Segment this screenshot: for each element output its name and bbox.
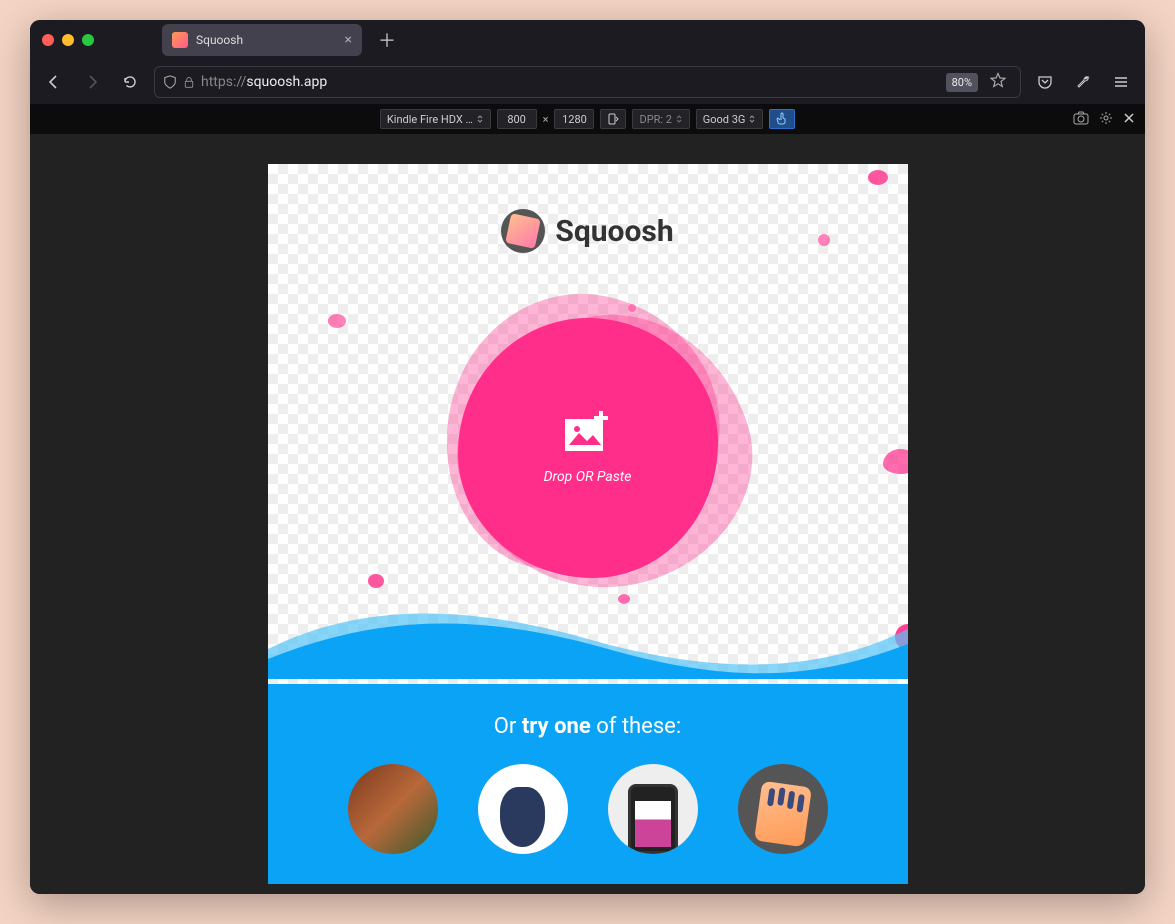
rdm-settings-button[interactable] — [1097, 109, 1115, 130]
close-window-button[interactable] — [42, 34, 54, 46]
chevron-updown-icon — [675, 115, 683, 123]
zoom-badge[interactable]: 80% — [946, 73, 978, 92]
arrow-left-icon — [46, 74, 62, 90]
address-bar[interactable]: https://squoosh.app 80% — [154, 66, 1021, 98]
devtools-button[interactable] — [1069, 68, 1097, 96]
browser-toolbar: https://squoosh.app 80% — [30, 60, 1145, 104]
maximize-window-button[interactable] — [82, 34, 94, 46]
rdm-close-button[interactable] — [1121, 110, 1137, 129]
lock-icon — [183, 75, 195, 89]
tab-favicon — [172, 32, 188, 48]
add-image-icon — [563, 411, 613, 455]
url-text: https://squoosh.app — [201, 74, 940, 90]
titlebar: Squoosh × ＋ — [30, 20, 1145, 60]
sample-device-screen[interactable] — [608, 764, 698, 854]
touch-simulation-button[interactable] — [769, 109, 795, 129]
chevron-updown-icon — [748, 115, 756, 123]
rotate-viewport-button[interactable] — [600, 109, 626, 129]
drop-content: Drop OR Paste — [544, 411, 632, 485]
camera-icon — [1073, 111, 1089, 125]
gear-icon — [1099, 111, 1113, 125]
sample-large-photo[interactable] — [348, 764, 438, 854]
app-menu-button[interactable] — [1107, 68, 1135, 96]
sample-svg-icon[interactable] — [738, 764, 828, 854]
tab-close-icon[interactable]: × — [345, 32, 352, 48]
wrench-icon — [1075, 74, 1091, 90]
logo-graphic — [506, 213, 542, 249]
responsive-design-toolbar: Kindle Fire HDX … 800 × 1280 DPR: 2 Good… — [30, 104, 1145, 134]
viewport-height-input[interactable]: 1280 — [554, 109, 594, 129]
drop-zone[interactable]: Drop OR Paste — [408, 283, 768, 613]
wave-shape — [268, 599, 908, 679]
sample-body: Or try one of these: — [268, 684, 908, 884]
browser-window: Squoosh × ＋ https://squoosh.app 80% — [30, 20, 1145, 894]
bookmark-star-icon[interactable] — [990, 72, 1006, 92]
sample-section: Or try one of these: — [268, 654, 908, 884]
app-name: Squoosh — [555, 214, 673, 249]
sample-artwork[interactable] — [478, 764, 568, 854]
arrow-right-icon — [84, 74, 100, 90]
browser-tab[interactable]: Squoosh × — [162, 24, 362, 56]
dpr-select[interactable]: DPR: 2 — [632, 109, 689, 129]
window-controls — [42, 34, 94, 46]
back-button[interactable] — [40, 68, 68, 96]
sample-list — [268, 764, 908, 854]
app-logo — [501, 209, 545, 253]
chevron-updown-icon — [476, 115, 484, 123]
try-heading: Or try one of these: — [268, 684, 908, 739]
close-icon — [1123, 112, 1135, 124]
pocket-icon — [1037, 74, 1053, 90]
hamburger-icon — [1113, 74, 1129, 90]
new-tab-button[interactable]: ＋ — [370, 23, 404, 57]
tab-title: Squoosh — [196, 33, 337, 47]
device-select[interactable]: Kindle Fire HDX … — [380, 109, 491, 129]
rotate-icon — [607, 113, 619, 125]
app-header: Squoosh — [501, 209, 673, 253]
drop-label: Drop OR Paste — [544, 469, 632, 485]
forward-button[interactable] — [78, 68, 106, 96]
pocket-button[interactable] — [1031, 68, 1059, 96]
touch-icon — [776, 112, 788, 126]
screenshot-button[interactable] — [1071, 109, 1091, 130]
reload-icon — [122, 74, 138, 90]
dimension-separator: × — [543, 113, 549, 126]
reload-button[interactable] — [116, 68, 144, 96]
minimize-window-button[interactable] — [62, 34, 74, 46]
simulated-viewport: Squoosh Drop OR Paste — [268, 164, 908, 884]
rdm-content-area: Squoosh Drop OR Paste — [30, 134, 1145, 894]
throttle-select[interactable]: Good 3G — [696, 109, 763, 129]
viewport-width-input[interactable]: 800 — [497, 109, 537, 129]
shield-icon — [163, 75, 177, 89]
